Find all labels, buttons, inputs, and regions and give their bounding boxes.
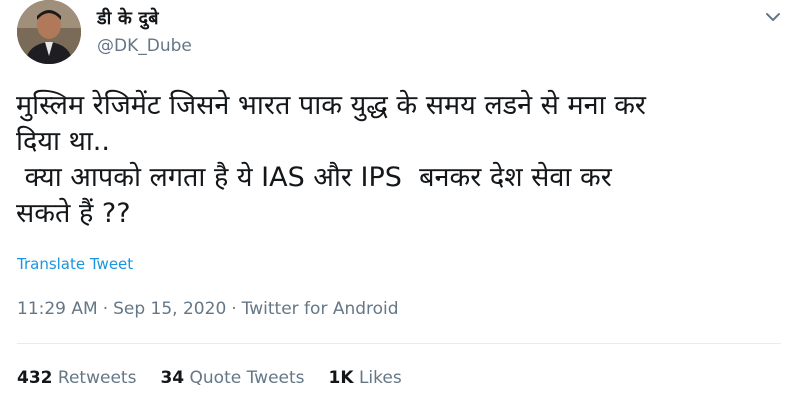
quote-tweets-stat[interactable]: 34 Quote Tweets xyxy=(160,368,304,388)
author-handle[interactable]: @DK_Dube xyxy=(97,36,192,56)
retweets-label: Retweets xyxy=(57,368,137,388)
separator: · xyxy=(231,299,237,319)
translate-tweet-link[interactable]: Translate Tweet xyxy=(17,255,133,273)
retweets-stat[interactable]: 432 Retweets xyxy=(17,368,136,388)
likes-label: Likes xyxy=(358,368,402,388)
tweet-source[interactable]: Twitter for Android xyxy=(242,299,399,319)
divider xyxy=(17,343,781,344)
chevron-down-icon[interactable] xyxy=(762,8,784,26)
avatar[interactable] xyxy=(17,0,81,64)
tweet-metadata: 11:29 AM · Sep 15, 2020 · Twitter for Androi… xyxy=(17,299,399,319)
tweet-text: मुस्लिम रेजिमेंट जिसने भारत पाक युद्ध के… xyxy=(16,90,646,229)
quote-tweets-count: 34 xyxy=(160,368,185,388)
tweet-time[interactable]: 11:29 AM xyxy=(17,299,98,319)
likes-count: 1K xyxy=(328,368,354,388)
tweet-date[interactable]: Sep 15, 2020 xyxy=(113,299,226,319)
likes-stat[interactable]: 1K Likes xyxy=(329,368,402,388)
separator: · xyxy=(102,299,109,319)
avatar-photo xyxy=(17,0,81,64)
quote-tweets-label: Quote Tweets xyxy=(189,368,305,388)
retweets-count: 432 xyxy=(17,368,53,388)
engagement-stats: 432 Retweets 34 Quote Tweets 1K Likes xyxy=(17,368,426,388)
author-display-name[interactable]: डी के दुबे xyxy=(97,6,159,30)
